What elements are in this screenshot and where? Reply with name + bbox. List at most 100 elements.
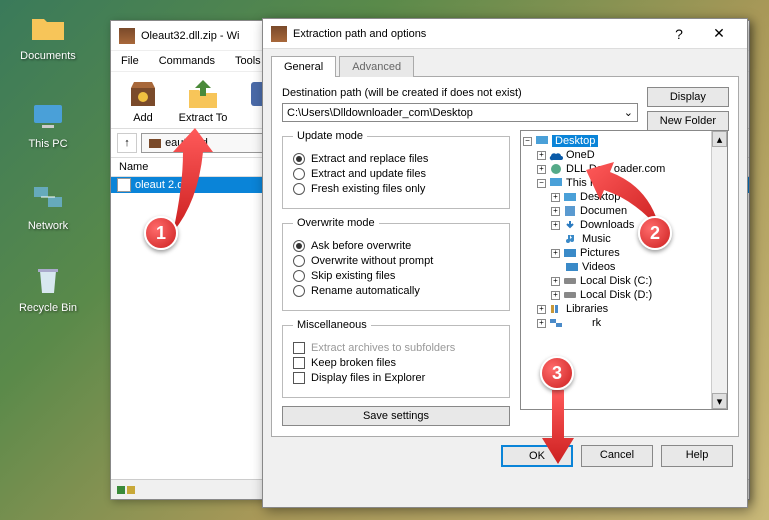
dialog-title: Extraction path and options	[293, 28, 426, 40]
radio-icon	[293, 240, 305, 252]
desktop-icon-label: Recycle Bin	[18, 302, 78, 314]
radio-rename-auto[interactable]: Rename automatically	[293, 285, 499, 297]
expand-icon[interactable]: +	[551, 207, 560, 216]
toolbar-label: Add	[117, 112, 169, 124]
tree-onedrive[interactable]: +OneD	[523, 148, 725, 162]
add-icon	[125, 76, 161, 112]
check-extract-subfolders[interactable]: Extract archives to subfolders	[293, 342, 499, 354]
overwrite-mode-group: Overwrite mode Ask before overwrite Over…	[282, 217, 510, 311]
expand-icon[interactable]: +	[551, 291, 560, 300]
radio-fresh-existing[interactable]: Fresh existing files only	[293, 183, 499, 195]
scroll-up-icon[interactable]: ▴	[712, 131, 727, 147]
expand-icon[interactable]: +	[551, 249, 560, 258]
winrar-icon	[271, 26, 287, 42]
help-button[interactable]: ?	[659, 21, 699, 47]
radio-ask-overwrite[interactable]: Ask before overwrite	[293, 240, 499, 252]
tree-pc-pictures[interactable]: +Pictures	[523, 246, 725, 260]
group-legend: Update mode	[293, 130, 367, 142]
radio-extract-update[interactable]: Extract and update files	[293, 168, 499, 180]
tab-general[interactable]: General	[271, 56, 336, 77]
menu-commands[interactable]: Commands	[155, 53, 219, 69]
toolbar-add-button[interactable]: Add	[117, 76, 169, 124]
radio-extract-replace[interactable]: Extract and replace files	[293, 153, 499, 165]
chevron-down-icon[interactable]: ⌄	[624, 106, 633, 119]
misc-group: Miscellaneous Extract archives to subfol…	[282, 319, 510, 398]
tree-network[interactable]: +rk	[523, 316, 725, 330]
radio-skip-existing[interactable]: Skip existing files	[293, 270, 499, 282]
toolbar-label: Extract To	[177, 112, 229, 124]
expand-icon[interactable]: +	[537, 165, 546, 174]
desktop-icon-recyclebin[interactable]: Recycle Bin	[18, 260, 78, 314]
radio-icon	[293, 270, 305, 282]
file-icon	[117, 178, 131, 192]
pc-icon	[28, 96, 68, 136]
group-legend: Overwrite mode	[293, 217, 379, 229]
desktop-icon-thispc[interactable]: This PC	[18, 96, 78, 150]
desktop-icon-documents[interactable]: Documents	[18, 8, 78, 62]
ok-button[interactable]: OK	[501, 445, 573, 467]
menu-file[interactable]: File	[117, 53, 143, 69]
desktop-icon-label: This PC	[18, 138, 78, 150]
update-mode-group: Update mode Extract and replace files Ex…	[282, 130, 510, 209]
desktop-icon-label: Network	[18, 220, 78, 232]
newfolder-button[interactable]: New Folder	[647, 111, 729, 131]
group-legend: Miscellaneous	[293, 319, 371, 331]
close-button[interactable]: ✕	[699, 21, 739, 47]
expand-icon[interactable]: +	[551, 277, 560, 286]
file-name: oleaut 2.dll	[135, 179, 188, 191]
dialog-tabs: General Advanced	[263, 49, 747, 76]
tab-advanced[interactable]: Advanced	[339, 56, 414, 77]
tree-pc-localc[interactable]: +Local Disk (C:)	[523, 274, 725, 288]
expand-icon[interactable]: +	[537, 305, 546, 314]
collapse-icon[interactable]: −	[537, 179, 546, 188]
up-button[interactable]: ↑	[117, 133, 137, 153]
dialog-buttons: OK Cancel Help	[263, 445, 747, 477]
toolbar-extractto-button[interactable]: Extract To	[177, 76, 229, 124]
tree-scrollbar[interactable]: ▴ ▾	[711, 131, 727, 409]
folder-icon	[28, 8, 68, 48]
cancel-button[interactable]: Cancel	[581, 445, 653, 467]
menu-tools[interactable]: Tools	[231, 53, 265, 69]
tree-dlldownloader[interactable]: +DLL Dow oader.com	[523, 162, 725, 176]
expand-icon[interactable]: +	[551, 221, 560, 230]
display-button[interactable]: Display	[647, 87, 729, 107]
radio-icon	[293, 285, 305, 297]
tree-desktop[interactable]: −Desktop	[523, 134, 725, 148]
collapse-icon[interactable]: −	[523, 137, 532, 146]
checkbox-icon	[293, 342, 305, 354]
folder-tree[interactable]: −Desktop +OneD +DLL Dow oader.com −This …	[520, 130, 728, 410]
expand-icon[interactable]: +	[537, 319, 546, 328]
desktop-icon-label: Documents	[18, 50, 78, 62]
tree-pc-downloads[interactable]: +Downloads	[523, 218, 725, 232]
tree-thispc[interactable]: −This PC	[523, 176, 725, 190]
radio-icon	[293, 168, 305, 180]
checkbox-icon	[293, 372, 305, 384]
status-icon	[117, 484, 137, 496]
winrar-icon	[119, 28, 135, 44]
checkbox-icon	[293, 357, 305, 369]
expand-icon[interactable]: +	[537, 151, 546, 160]
desktop-icon-network[interactable]: Network	[18, 178, 78, 232]
tree-pc-documents[interactable]: +Documen	[523, 204, 725, 218]
expand-icon[interactable]: +	[551, 193, 560, 202]
path-value: C:\Users\Dlldownloader_com\Desktop	[287, 107, 473, 119]
scroll-down-icon[interactable]: ▾	[712, 393, 727, 409]
destination-path-input[interactable]: C:\Users\Dlldownloader_com\Desktop ⌄	[282, 103, 638, 122]
radio-icon	[293, 255, 305, 267]
radio-overwrite-noprompt[interactable]: Overwrite without prompt	[293, 255, 499, 267]
extraction-dialog: Extraction path and options ? ✕ General …	[262, 18, 748, 508]
tree-libraries[interactable]: +Libraries	[523, 302, 725, 316]
check-keep-broken[interactable]: Keep broken files	[293, 357, 499, 369]
extractto-icon	[185, 76, 221, 112]
check-display-explorer[interactable]: Display files in Explorer	[293, 372, 499, 384]
recyclebin-icon	[28, 260, 68, 300]
tree-pc-music[interactable]: Music	[523, 232, 725, 246]
tree-pc-desktop[interactable]: +Desktop	[523, 190, 725, 204]
column-name[interactable]: Name	[119, 161, 148, 173]
help-button[interactable]: Help	[661, 445, 733, 467]
dialog-titlebar[interactable]: Extraction path and options ? ✕	[263, 19, 747, 49]
tree-pc-locald[interactable]: +Local Disk (D:)	[523, 288, 725, 302]
network-icon	[28, 178, 68, 218]
save-settings-button[interactable]: Save settings	[282, 406, 510, 426]
tree-pc-videos[interactable]: Videos	[523, 260, 725, 274]
